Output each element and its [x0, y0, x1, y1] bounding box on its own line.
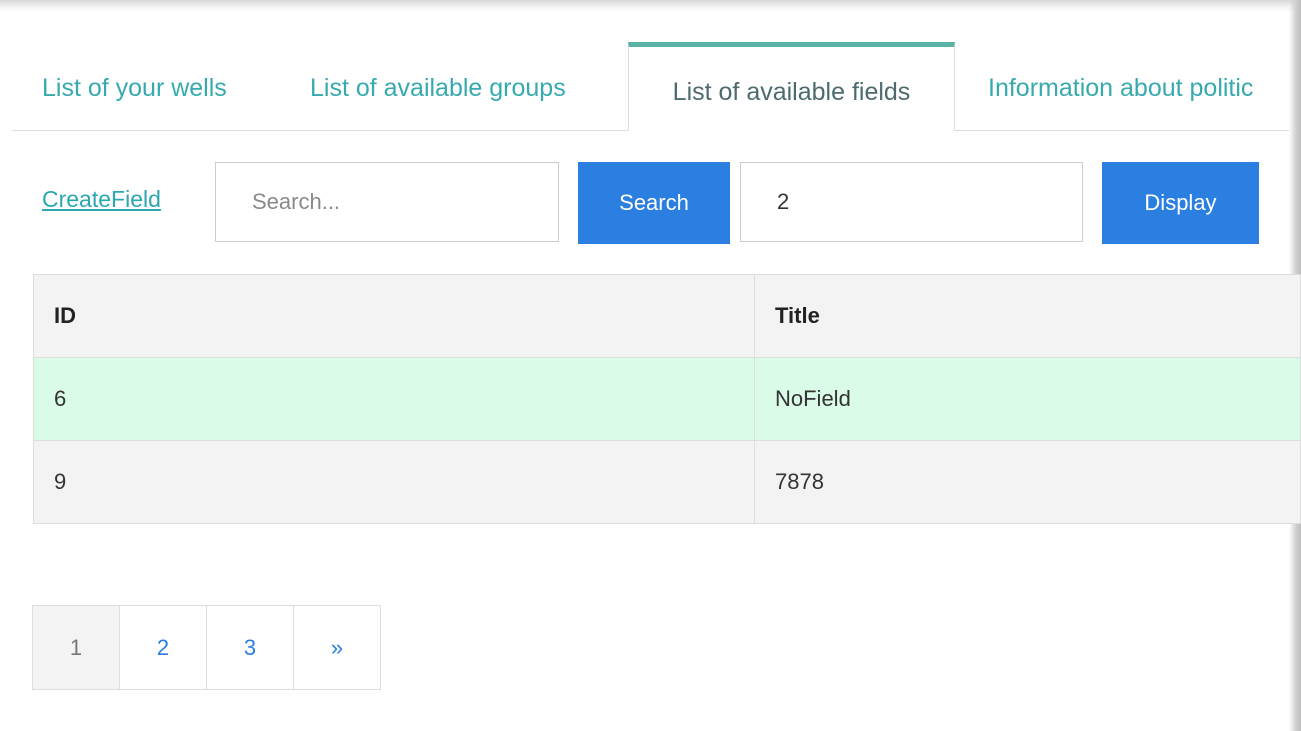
cell-id: 9 — [33, 440, 755, 524]
pagination: 1 2 3 » — [32, 605, 381, 690]
page-2-button[interactable]: 2 — [119, 605, 207, 690]
tab-available-groups[interactable]: List of available groups — [310, 42, 566, 130]
cell-title: 7878 — [754, 440, 1301, 524]
create-field-link[interactable]: CreateField — [42, 186, 161, 213]
tab-information-politics[interactable]: Information about politic — [988, 42, 1289, 130]
cell-id: 6 — [33, 357, 755, 441]
page-3-button[interactable]: 3 — [206, 605, 294, 690]
tab-available-fields[interactable]: List of available fields — [628, 42, 955, 131]
table-row[interactable]: 9 7878 — [33, 440, 1301, 524]
column-header-title[interactable]: Title — [754, 274, 1301, 358]
tab-bar: List of your wells List of available gro… — [12, 42, 1289, 131]
toolbar: CreateField Search Display — [0, 160, 1290, 246]
search-input[interactable] — [215, 162, 559, 242]
cell-title: NoField — [754, 357, 1301, 441]
page-1-button[interactable]: 1 — [32, 605, 120, 690]
column-header-id[interactable]: ID — [33, 274, 755, 358]
next-page-button[interactable]: » — [293, 605, 381, 690]
window-top-edge — [0, 0, 1301, 12]
page-size-input[interactable] — [740, 162, 1083, 242]
display-button[interactable]: Display — [1102, 162, 1259, 244]
search-button[interactable]: Search — [578, 162, 730, 244]
fields-table: ID Title 6 NoField 9 7878 — [33, 274, 1301, 524]
table-header-row: ID Title — [33, 274, 1301, 358]
table-row[interactable]: 6 NoField — [33, 357, 1301, 441]
tab-your-wells[interactable]: List of your wells — [42, 42, 227, 130]
